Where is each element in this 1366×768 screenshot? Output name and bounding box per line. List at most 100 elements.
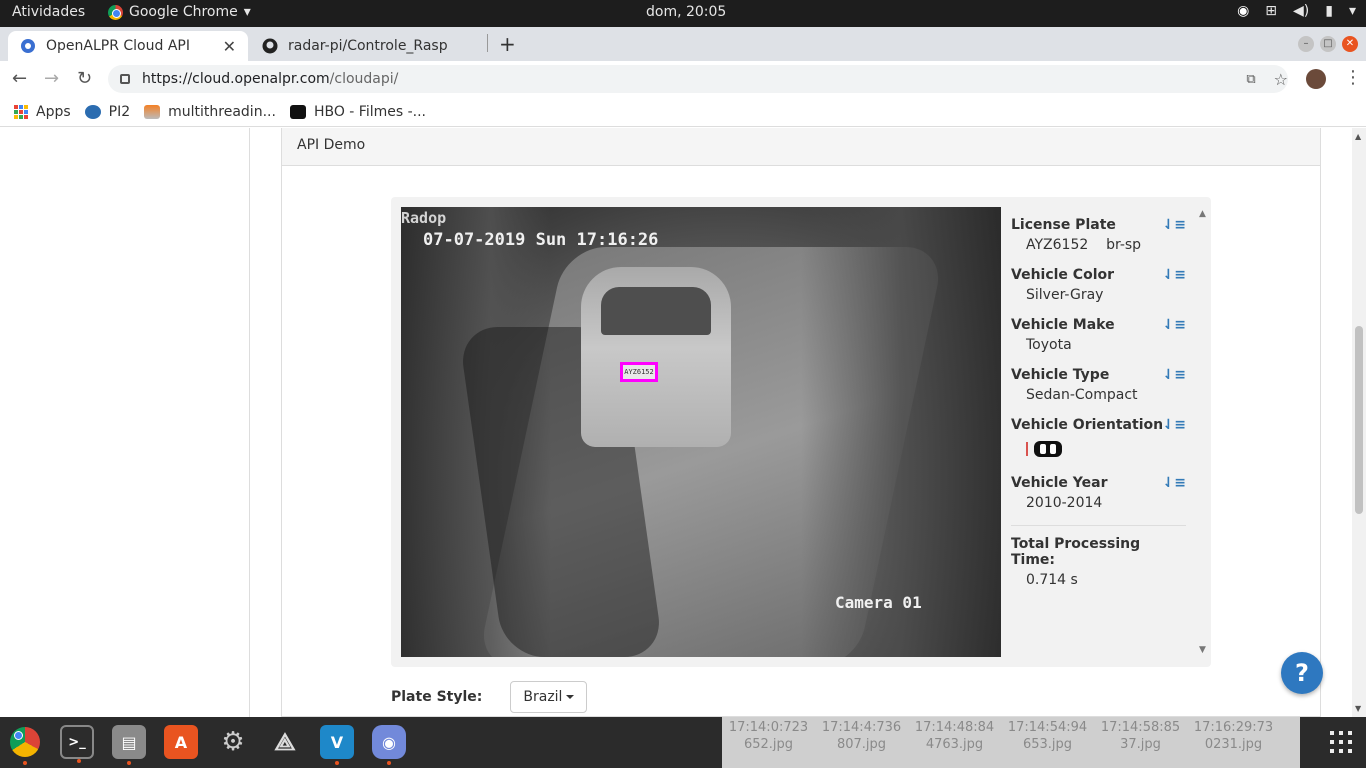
field-label: Vehicle Make bbox=[1011, 317, 1115, 333]
field-vehicle-year: Vehicle Year ⇃≡ 2010-2014 bbox=[1011, 475, 1186, 511]
scroll-down-icon[interactable]: ▼ bbox=[1199, 645, 1206, 655]
camera-timestamp: 07-07-2019 Sun 17:16:26 bbox=[423, 230, 659, 250]
updater-icon: ⟁ bbox=[274, 728, 296, 756]
dock-terminal[interactable]: >_ bbox=[60, 725, 94, 763]
file-thumbnail[interactable]: 17:14:0:723 652.jpg bbox=[722, 717, 815, 768]
car-rear-window bbox=[601, 287, 711, 335]
chrome-icon bbox=[108, 4, 123, 20]
maximize-button[interactable]: □ bbox=[1320, 36, 1336, 52]
tab-openalpr[interactable]: OpenALPR Cloud API ✕ bbox=[8, 31, 248, 61]
file-name-line: 17:16:29:73 bbox=[1193, 720, 1274, 735]
scroll-down-icon[interactable]: ▼ bbox=[1355, 704, 1361, 713]
bookmark-hbo[interactable]: HBO - Filmes -... bbox=[289, 104, 426, 120]
forward-icon[interactable]: → bbox=[44, 68, 59, 89]
dock-vnc[interactable]: V bbox=[320, 725, 354, 765]
running-indicator bbox=[127, 761, 131, 765]
navigation-bar: ← → ↻ https://cloud.openalpr.com/cloudap… bbox=[0, 61, 1366, 97]
orientation-indicator bbox=[1011, 441, 1186, 457]
file-thumbnail[interactable]: 17:14:48:84 4763.jpg bbox=[908, 717, 1001, 768]
software-center-icon: A bbox=[174, 732, 188, 752]
reload-icon[interactable]: ↻ bbox=[77, 68, 92, 89]
file-name-line: 807.jpg bbox=[836, 737, 887, 752]
dock-settings[interactable]: ⚙ bbox=[216, 725, 250, 759]
file-name-line: 17:14:48:84 bbox=[914, 720, 995, 735]
bookmark-pi2[interactable]: PI2 bbox=[84, 104, 130, 120]
bookmark-stackoverflow[interactable]: multithreadin... bbox=[144, 104, 276, 120]
drive-icon bbox=[84, 104, 101, 119]
field-label: Vehicle Color bbox=[1011, 267, 1115, 283]
scroll-up-icon[interactable]: ▲ bbox=[1199, 209, 1206, 219]
sort-icon[interactable]: ⇃≡ bbox=[1163, 475, 1186, 491]
file-thumbnail[interactable]: 17:14:58:85 37.jpg bbox=[1094, 717, 1187, 768]
bookmarks-bar: Apps PI2 multithreadin... HBO - Filmes -… bbox=[0, 97, 1366, 127]
help-button[interactable]: ? bbox=[1281, 652, 1323, 694]
tab-label: radar-pi/Controle_Rasp bbox=[288, 38, 448, 54]
chrome-icon bbox=[10, 727, 40, 757]
tab-separator bbox=[487, 34, 488, 52]
dock-files[interactable]: ▤ bbox=[112, 725, 146, 765]
chevron-down-icon[interactable]: ▾ bbox=[1349, 3, 1356, 19]
discord-tray-icon[interactable]: ◉ bbox=[1237, 3, 1249, 19]
hbo-icon bbox=[289, 104, 306, 119]
bookmark-star-icon[interactable]: ☆ bbox=[1274, 70, 1288, 89]
page-scrollbar[interactable]: ▲ ▼ bbox=[1352, 128, 1366, 717]
show-applications-icon[interactable] bbox=[1330, 731, 1352, 753]
translate-icon[interactable]: ⧉ bbox=[1246, 72, 1255, 87]
field-label: Vehicle Year bbox=[1011, 475, 1108, 491]
dock-discord[interactable]: ◉ bbox=[372, 725, 406, 765]
desktop-file-thumbnails: 17:14:0:723 652.jpg 17:14:4:736 807.jpg 17… bbox=[722, 717, 1300, 768]
sort-icon[interactable]: ⇃≡ bbox=[1163, 417, 1186, 433]
file-thumbnail[interactable]: 17:16:29:73 0231.jpg bbox=[1187, 717, 1280, 768]
network-icon[interactable]: ⊞ bbox=[1265, 3, 1277, 19]
running-indicator bbox=[387, 761, 391, 765]
clock[interactable]: dom, 20:05 bbox=[646, 4, 726, 20]
back-icon[interactable]: ← bbox=[12, 68, 27, 89]
field-label: License Plate bbox=[1011, 217, 1116, 233]
sort-icon[interactable]: ⇃≡ bbox=[1163, 217, 1186, 233]
plate-style-value: Brazil bbox=[523, 689, 563, 705]
sort-icon[interactable]: ⇃≡ bbox=[1163, 267, 1186, 283]
dock-software[interactable]: A bbox=[164, 725, 198, 759]
file-name-line: 4763.jpg bbox=[925, 737, 984, 752]
close-tab-icon[interactable]: ✕ bbox=[223, 37, 236, 56]
app-menu-label: Google Chrome bbox=[129, 4, 238, 20]
sort-icon[interactable]: ⇃≡ bbox=[1163, 317, 1186, 333]
lock-icon[interactable] bbox=[120, 74, 130, 84]
system-top-bar: Atividades Google Chrome ▾ dom, 20:05 ◉ … bbox=[0, 0, 1366, 27]
tab-strip: OpenALPR Cloud API ✕ radar-pi/Controle_R… bbox=[0, 27, 1366, 61]
results-scrollbar[interactable]: ▲ ▼ bbox=[1196, 207, 1210, 657]
tab-github[interactable]: radar-pi/Controle_Rasp bbox=[250, 31, 486, 61]
battery-icon[interactable]: ▮ bbox=[1325, 3, 1333, 19]
field-value: AYZ6152 br-sp bbox=[1011, 237, 1186, 253]
plate-highlight: AYZ6152 bbox=[620, 362, 658, 382]
scroll-up-icon[interactable]: ▲ bbox=[1355, 132, 1361, 141]
apps-grid-icon bbox=[14, 104, 28, 119]
discord-icon: ◉ bbox=[382, 732, 396, 752]
file-thumbnail[interactable]: 17:14:4:736 807.jpg bbox=[815, 717, 908, 768]
system-tray[interactable]: ◉ ⊞ ◀) ▮ ▾ bbox=[1237, 3, 1356, 19]
app-menu[interactable]: Google Chrome ▾ bbox=[108, 4, 251, 20]
file-thumbnail[interactable]: 17:14:54:94 653.jpg bbox=[1001, 717, 1094, 768]
url-host: https://cloud.openalpr.com bbox=[142, 71, 330, 87]
close-window-button[interactable]: ✕ bbox=[1342, 36, 1358, 52]
new-tab-button[interactable]: + bbox=[499, 32, 516, 56]
profile-avatar[interactable] bbox=[1306, 69, 1326, 89]
dock-chrome[interactable] bbox=[8, 725, 42, 765]
address-bar[interactable]: https://cloud.openalpr.com/cloudapi/ bbox=[108, 65, 1288, 93]
bookmark-apps[interactable]: Apps bbox=[14, 104, 71, 120]
field-label: Vehicle Type bbox=[1011, 367, 1110, 383]
minimize-button[interactable]: – bbox=[1298, 36, 1314, 52]
activities-button[interactable]: Atividades bbox=[12, 4, 85, 20]
volume-icon[interactable]: ◀) bbox=[1293, 3, 1309, 19]
scrollbar-thumb[interactable] bbox=[1355, 326, 1363, 514]
camera-brand: Radop bbox=[401, 209, 447, 227]
menu-kebab-icon[interactable]: ⋮ bbox=[1344, 67, 1362, 88]
camera-name: Camera 01 bbox=[835, 593, 922, 612]
dock-updater[interactable]: ⟁ bbox=[268, 725, 302, 759]
plate-style-dropdown[interactable]: Brazil bbox=[510, 681, 588, 713]
camera-image[interactable]: AYZ6152 Radop 07-07-2019 Sun 17:16:26 Ca… bbox=[401, 207, 1001, 657]
sort-icon[interactable]: ⇃≡ bbox=[1163, 367, 1186, 383]
plate-style-row: Plate Style: Brazil bbox=[391, 681, 588, 713]
stackoverflow-icon bbox=[144, 104, 161, 119]
file-name-line: 17:14:4:736 bbox=[821, 720, 902, 735]
